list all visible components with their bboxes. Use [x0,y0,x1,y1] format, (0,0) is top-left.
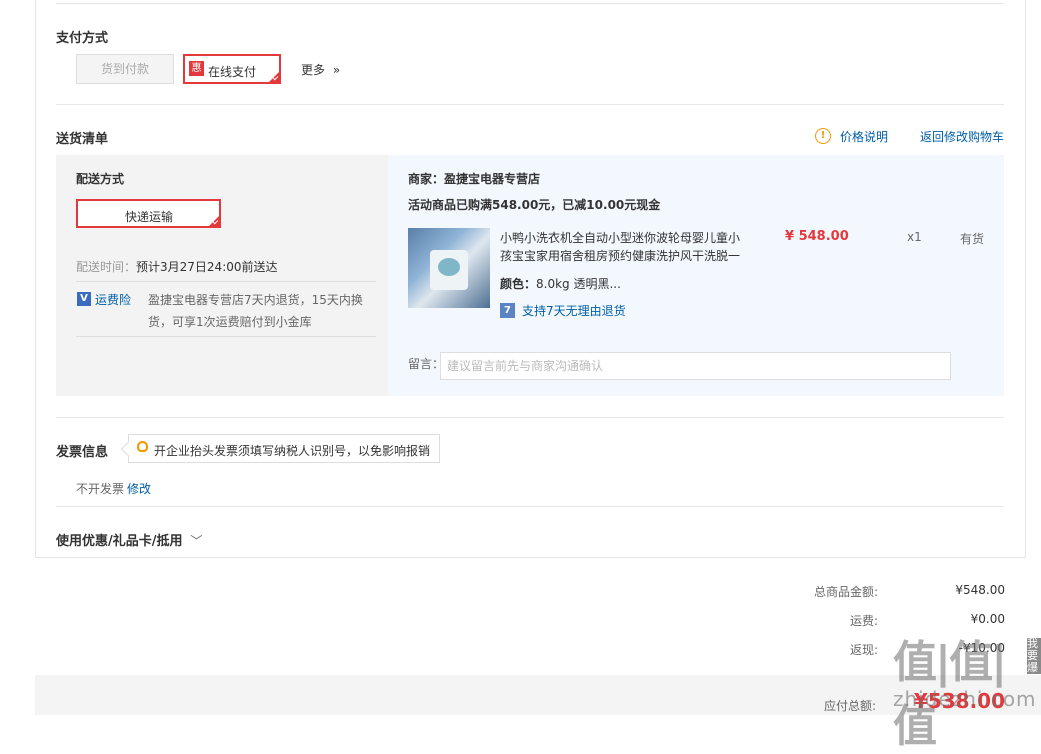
express-shipping-label: 快递运输 [125,210,174,224]
product-price: ¥ 548.00 [785,229,849,244]
invoice-edit-link[interactable]: 修改 [127,480,151,497]
product-image[interactable] [408,228,490,308]
promo-text: 活动商品已购满548.00元，已减10.00元现金 [408,198,661,212]
color-label: 颜色： [500,277,537,291]
stock-status: 有货 [960,232,985,246]
seven-day-return-icon: 7 [500,303,515,318]
goods-total-value: ¥548.00 [955,583,1005,597]
message-label: 留言： [408,357,445,371]
double-chevron-icon: » [332,63,341,77]
express-shipping-button[interactable]: 快递运输 [76,199,221,228]
shipping-box [56,155,388,396]
product-name-line2[interactable]: 孩宝宝家用宿舍租房预约健康洗护风干洗脱一 [500,247,740,264]
total-bar [35,675,1041,715]
return-policy-link[interactable]: 支持7天无理由退货 [522,302,626,319]
selected-check-icon [208,215,220,227]
color-value: 8.0kg 透明黑... [536,277,621,291]
delivery-time-label: 配送时间： [76,260,137,274]
goods-total-label: 总商品金额: [813,585,878,599]
online-payment-button[interactable]: 惠 在线支付 [183,54,281,84]
online-payment-label: 在线支付 [208,65,257,79]
product-quantity: x1 [907,230,922,244]
invoice-status: 不开发票 [76,482,125,496]
info-icon: ! [815,128,831,144]
rebate-label: 返现: [849,643,878,657]
message-input[interactable]: 建议留言前先与商家沟通确认 [440,352,951,380]
coupon-title: 使用优惠/礼品卡/抵用 [56,534,183,549]
delivery-time-value: 预计3月27日24:00前送达 [136,260,278,274]
watermark-site: zhidezhi.com [893,687,1037,711]
merchant-name: 商家：盈捷宝电器专营店 [408,172,541,186]
cod-button[interactable]: 货到付款 [76,54,174,84]
more-label: 更多 [301,63,326,77]
delivery-time: 配送时间：预计3月27日24:00前送达 [76,258,278,275]
freight-value: ¥0.00 [970,612,1005,626]
back-to-cart-link[interactable]: 返回修改购物车 [920,128,1004,145]
lightbulb-icon [137,441,148,452]
total-label: 应付总额: [823,699,876,713]
product-color: 颜色：8.0kg 透明黑... [500,275,621,292]
divider [56,417,1004,418]
invoice-tip-text: 开企业抬头发票须填写纳税人识别号，以免影响报销 [154,444,431,458]
invoice-title: 发票信息 [56,445,109,460]
divider [76,336,376,337]
freight-label: 运费: [849,614,878,628]
payment-title: 支付方式 [56,31,109,46]
delivery-title: 送货清单 [56,132,109,147]
insurance-text-line1: 盈捷宝电器专营店7天内退货，15天内换 [148,293,363,307]
freight-insurance-link[interactable]: 运费险 [95,291,131,308]
divider [56,104,1004,105]
divider [56,3,1004,4]
divider [76,281,376,282]
side-float-button[interactable]: 我要爆 [1027,638,1041,674]
insurance-text-line2: 货，可享1次运费赔付到小金库 [148,315,312,329]
more-payment-link[interactable]: 更多 » [301,61,340,78]
divider [56,506,1004,507]
invoice-tip: 开企业抬头发票须填写纳税人识别号，以免影响报销 [128,434,440,463]
chevron-down-icon: ﹀ [190,534,203,548]
hui-badge-icon: 惠 [189,61,204,76]
product-name-line1[interactable]: 小鸭小洗衣机全自动小型迷你波轮母婴儿童小 [500,229,740,246]
price-note-link[interactable]: 价格说明 [840,128,888,145]
shipping-method-title: 配送方式 [76,172,125,186]
selected-check-icon [268,71,280,83]
coupon-toggle[interactable]: 使用优惠/礼品卡/抵用 ﹀ [56,530,202,549]
insurance-shield-icon: V [77,292,91,306]
